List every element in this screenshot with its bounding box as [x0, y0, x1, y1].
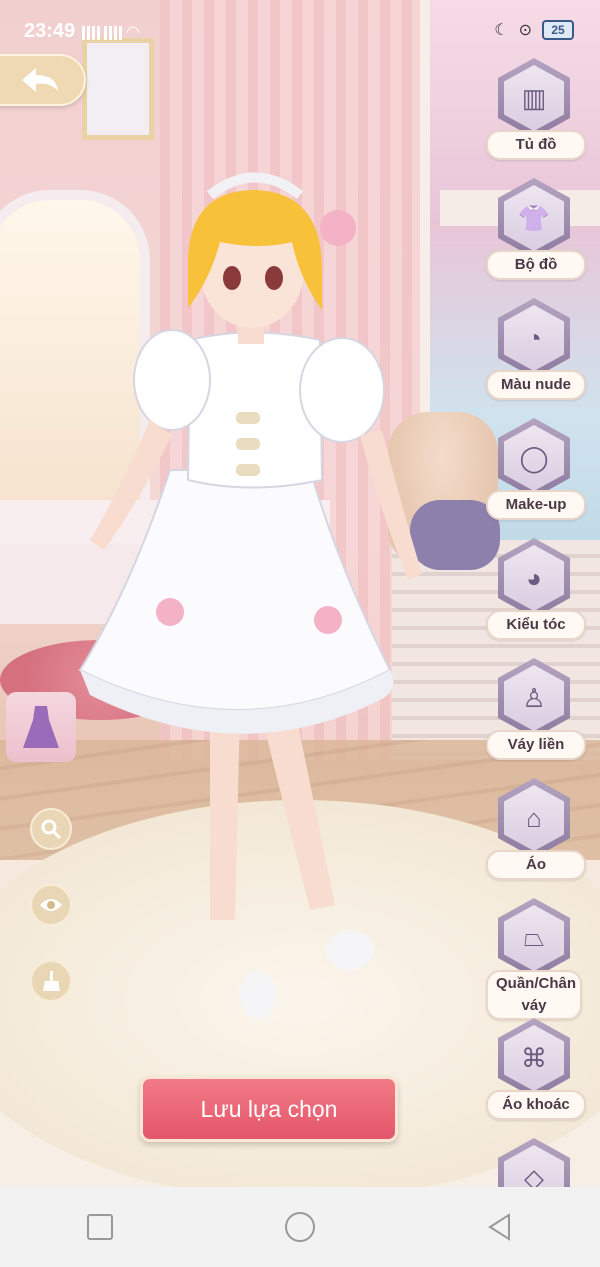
category-label: Màu nude [486, 370, 586, 400]
battery-icon: 25 [542, 20, 574, 40]
wardrobe-icon: ▥ [504, 65, 564, 131]
broom-icon [43, 971, 60, 991]
wifi-icon: ◠ [126, 24, 140, 41]
dress-thumbnail-icon [23, 706, 59, 748]
triangle-back-icon [488, 1213, 510, 1241]
clear-outfit-button[interactable] [30, 960, 72, 1002]
outfit-set-icon: 👚 [504, 185, 564, 251]
search-icon [41, 819, 62, 840]
back-arrow-icon [22, 68, 58, 92]
skirt-pants-icon: ⏢ [504, 905, 564, 971]
status-time: 23:49 [24, 20, 76, 42]
category-label: Áo khoác [486, 1090, 586, 1120]
view-toggle-button[interactable] [30, 884, 72, 926]
recent-apps-button[interactable] [60, 1197, 140, 1257]
system-navigation-bar [0, 1187, 600, 1267]
back-nav-button[interactable] [460, 1197, 540, 1257]
eye-icon [40, 899, 62, 911]
signal-icons: ◠ [82, 20, 140, 41]
category-label: Quần/Chân váy [486, 970, 582, 1020]
top-shirt-icon: ⌂ [504, 785, 564, 851]
skin-tone-icon: ◔ [504, 305, 564, 371]
category-label: Make-up [486, 490, 586, 520]
home-button[interactable] [260, 1197, 340, 1257]
category-label: Bộ đồ [486, 250, 586, 280]
mirror-icon: ◯ [504, 425, 564, 491]
dress-icon: ♙ [504, 665, 564, 731]
save-selection-label: Lưu lựa chọn [200, 1095, 338, 1122]
category-label: Áo [486, 850, 586, 880]
zoom-button[interactable] [30, 808, 72, 850]
anime-girl-character [78, 172, 422, 1019]
signal-icon-2 [104, 26, 122, 40]
category-label: Kiểu tóc [486, 610, 586, 640]
circle-icon [285, 1212, 315, 1242]
moon-icon: ☾ [494, 22, 509, 39]
category-label: Tủ đồ [486, 130, 586, 160]
square-icon [87, 1214, 113, 1240]
back-button[interactable] [0, 54, 86, 106]
outfit-preview-thumbnail[interactable] [6, 692, 76, 762]
status-bar: 23:49 ◠ ☾ ⊙ 25 [0, 0, 600, 62]
jacket-icon: ⌘ [504, 1025, 564, 1091]
signal-icon [82, 26, 100, 40]
category-label: Váy liền [486, 730, 586, 760]
hairstyle-icon: ◕ [504, 545, 564, 611]
save-selection-button[interactable]: Lưu lựa chọn [140, 1076, 398, 1142]
lock-rotation-icon: ⊙ [518, 22, 532, 39]
